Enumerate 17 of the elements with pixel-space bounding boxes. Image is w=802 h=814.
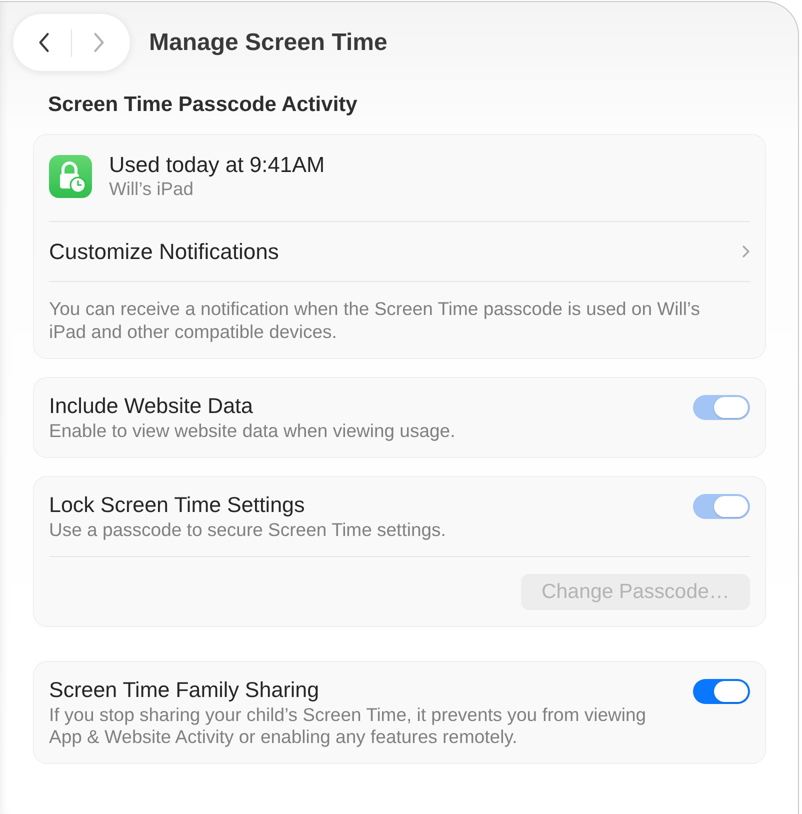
footnote-text: You can receive a notification when the Screen Time passcode is used on Will’s iPad and other compatible devices. (49, 297, 701, 344)
padlock-clock-icon (49, 154, 92, 198)
chevron-right-icon (742, 245, 750, 258)
chevron-left-icon (39, 33, 49, 52)
setting-title: Lock Screen Time Settings (49, 492, 306, 519)
chevron-right-icon (94, 33, 104, 52)
device-name: Will’s iPad (109, 178, 194, 200)
setting-description: Use a passcode to secure Screen Time settings. (49, 519, 447, 541)
section-heading: Screen Time Passcode Activity (48, 93, 358, 117)
toggle-switch[interactable] (693, 679, 750, 704)
setting-title: Include Website Data (49, 393, 254, 420)
customize-notifications-row[interactable]: Customize Notifications (49, 222, 750, 281)
window-title: Manage Screen Time (149, 28, 388, 56)
setting-title: Screen Time Family Sharing (49, 677, 320, 704)
setting-description: If you stop sharing your child’s Screen Time, it prevents you from viewing App & Website Activity or enabling any features remotely. (49, 704, 648, 748)
last-use-time: Used today at 9:41AM (109, 152, 325, 178)
setting-description: Enable to view website data when viewing usage. (49, 420, 456, 442)
